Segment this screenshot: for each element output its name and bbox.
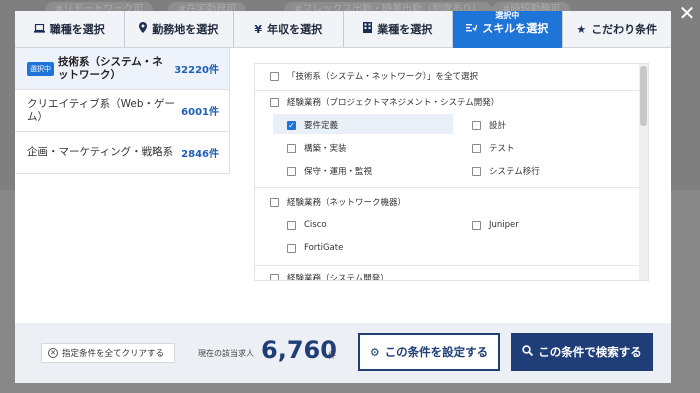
group-title: 経験業務（システム開発） (287, 274, 389, 281)
category-count: 6001件 (181, 107, 219, 118)
tab-job-type[interactable]: 職種を選択 (15, 11, 125, 47)
category-item[interactable]: 選択中 技術系（システム・ネットワーク） 32220件 (15, 48, 229, 90)
skill-option[interactable]: Juniper (472, 220, 519, 230)
tab-label: 勤務地を選択 (152, 23, 219, 36)
option-label: システム移行 (489, 167, 540, 177)
tab-preferences[interactable]: ★ こだわり条件 (562, 11, 671, 47)
option-label: テスト (489, 144, 515, 154)
result-count-label: 現在の該当求人 (198, 349, 254, 358)
category-label: 企画・マーケティング・戦略系 (27, 146, 174, 158)
category-item[interactable]: 企画・マーケティング・戦略系 2846件 (15, 132, 229, 174)
category-label: クリエイティブ系（Web・ゲーム） (27, 97, 176, 123)
clear-icon: ✕ (48, 348, 58, 358)
search-label: この条件で検索する (538, 345, 642, 359)
clear-all-button[interactable]: ✕ 指定条件を全てクリアする (41, 343, 176, 363)
star-icon: ★ (576, 22, 587, 36)
checkbox[interactable] (270, 197, 279, 207)
skill-option[interactable]: 保守・運用・監視 (287, 165, 372, 177)
tab-industry[interactable]: 業種を選択 (343, 11, 453, 47)
close-icon[interactable]: ✕ (678, 3, 696, 23)
clear-label: 指定条件を全てクリアする (62, 349, 165, 359)
footer-bar: ✕ 指定条件を全てクリアする 現在の該当求人 6,760 件 ⚙ この条件を設定… (15, 323, 671, 383)
skill-option[interactable]: Cisco (287, 220, 327, 230)
group-header[interactable]: 経験業務（プロジェクトマネジメント・システム開発） (270, 96, 648, 108)
tab-selected-indicator: 選択中 (495, 11, 520, 20)
search-icon (522, 345, 534, 359)
checkbox[interactable] (472, 166, 481, 176)
skill-option[interactable]: システム移行 (472, 165, 540, 177)
select-all-row[interactable]: 「技術系（システム・ネットワーク）」を全て選択 (270, 70, 648, 82)
scrollbar[interactable] (639, 64, 648, 280)
option-label: 設計 (489, 121, 507, 131)
category-count: 2846件 (181, 149, 219, 160)
skill-icon (466, 22, 478, 35)
group-header[interactable]: 経験業務（ネットワーク機器） (270, 196, 648, 208)
checkbox[interactable] (287, 143, 296, 153)
tab-location[interactable]: 勤務地を選択 (124, 11, 234, 47)
checkbox[interactable] (472, 120, 481, 130)
tab-label: 業種を選択 (377, 23, 433, 36)
pin-icon (139, 22, 148, 36)
option-label: 構築・実装 (304, 144, 347, 154)
divider (255, 265, 640, 266)
tab-label: 年収を選択 (267, 23, 323, 36)
yen-icon: ¥ (254, 22, 263, 36)
divider (255, 90, 640, 91)
divider (255, 187, 640, 188)
option-label: 要件定義 (304, 121, 339, 131)
category-label: 技術系（システム・ネットワーク） (58, 55, 163, 81)
checkbox-checked[interactable]: ✓ (287, 120, 296, 130)
group-header[interactable]: 経験業務（システム開発） (270, 272, 648, 281)
result-count-unit: 件 (328, 351, 336, 360)
selected-badge: 選択中 (27, 61, 54, 76)
tab-label: こだわり条件 (591, 23, 658, 36)
select-all-label: 「技術系（システム・ネットワーク）」を全て選択 (287, 72, 478, 82)
option-label: Cisco (304, 220, 327, 230)
group-title: 経験業務（プロジェクトマネジメント・システム開発） (287, 98, 500, 108)
option-label: FortiGate (304, 243, 344, 253)
tab-bar: 職種を選択 勤務地を選択 ¥ 年収を選択 業種を選択 選択中 スキルを選択 ★ (15, 11, 671, 48)
tab-label: スキルを選択 (482, 22, 549, 35)
building-icon (363, 22, 373, 36)
skill-option[interactable]: テスト (472, 142, 515, 154)
set-label: この条件を設定する (384, 345, 489, 359)
skill-option[interactable]: 設計 (472, 119, 506, 131)
option-label: Juniper (489, 220, 519, 230)
tab-label: 職種を選択 (49, 23, 105, 36)
checkbox[interactable] (287, 166, 296, 176)
checkbox[interactable] (270, 97, 279, 107)
option-label: 保守・運用・監視 (304, 167, 373, 177)
scrollbar-thumb[interactable] (640, 66, 647, 126)
checkbox[interactable] (472, 143, 481, 153)
checkbox[interactable] (472, 220, 481, 230)
group-title: 経験業務（ネットワーク機器） (287, 198, 407, 208)
checkbox[interactable] (270, 71, 279, 81)
search-conditions-modal: 職種を選択 勤務地を選択 ¥ 年収を選択 業種を選択 選択中 スキルを選択 ★ (15, 11, 671, 383)
skill-option[interactable]: ✓ 要件定義 (287, 119, 338, 131)
result-count: 6,760 (261, 336, 337, 364)
skill-option[interactable]: 構築・実装 (287, 142, 347, 154)
tab-salary[interactable]: ¥ 年収を選択 (234, 11, 344, 47)
checkbox[interactable] (287, 243, 296, 253)
laptop-icon (33, 23, 45, 36)
category-count: 32220件 (174, 65, 219, 76)
category-item[interactable]: クリエイティブ系（Web・ゲーム） 6001件 (15, 90, 229, 132)
skill-option[interactable]: FortiGate (287, 243, 343, 253)
search-button[interactable]: この条件で検索する (511, 333, 653, 371)
tab-skill[interactable]: 選択中 スキルを選択 (453, 11, 563, 48)
category-list: 選択中 技術系（システム・ネットワーク） 32220件 クリエイティブ系（Web… (15, 48, 230, 174)
checkbox[interactable] (287, 220, 296, 230)
skill-options-panel: 「技術系（システム・ネットワーク）」を全て選択 経験業務（プロジェクトマネジメン… (254, 63, 649, 281)
set-conditions-button[interactable]: ⚙ この条件を設定する (358, 333, 500, 371)
checkbox[interactable] (270, 273, 279, 280)
gear-icon: ⚙ (369, 345, 380, 359)
